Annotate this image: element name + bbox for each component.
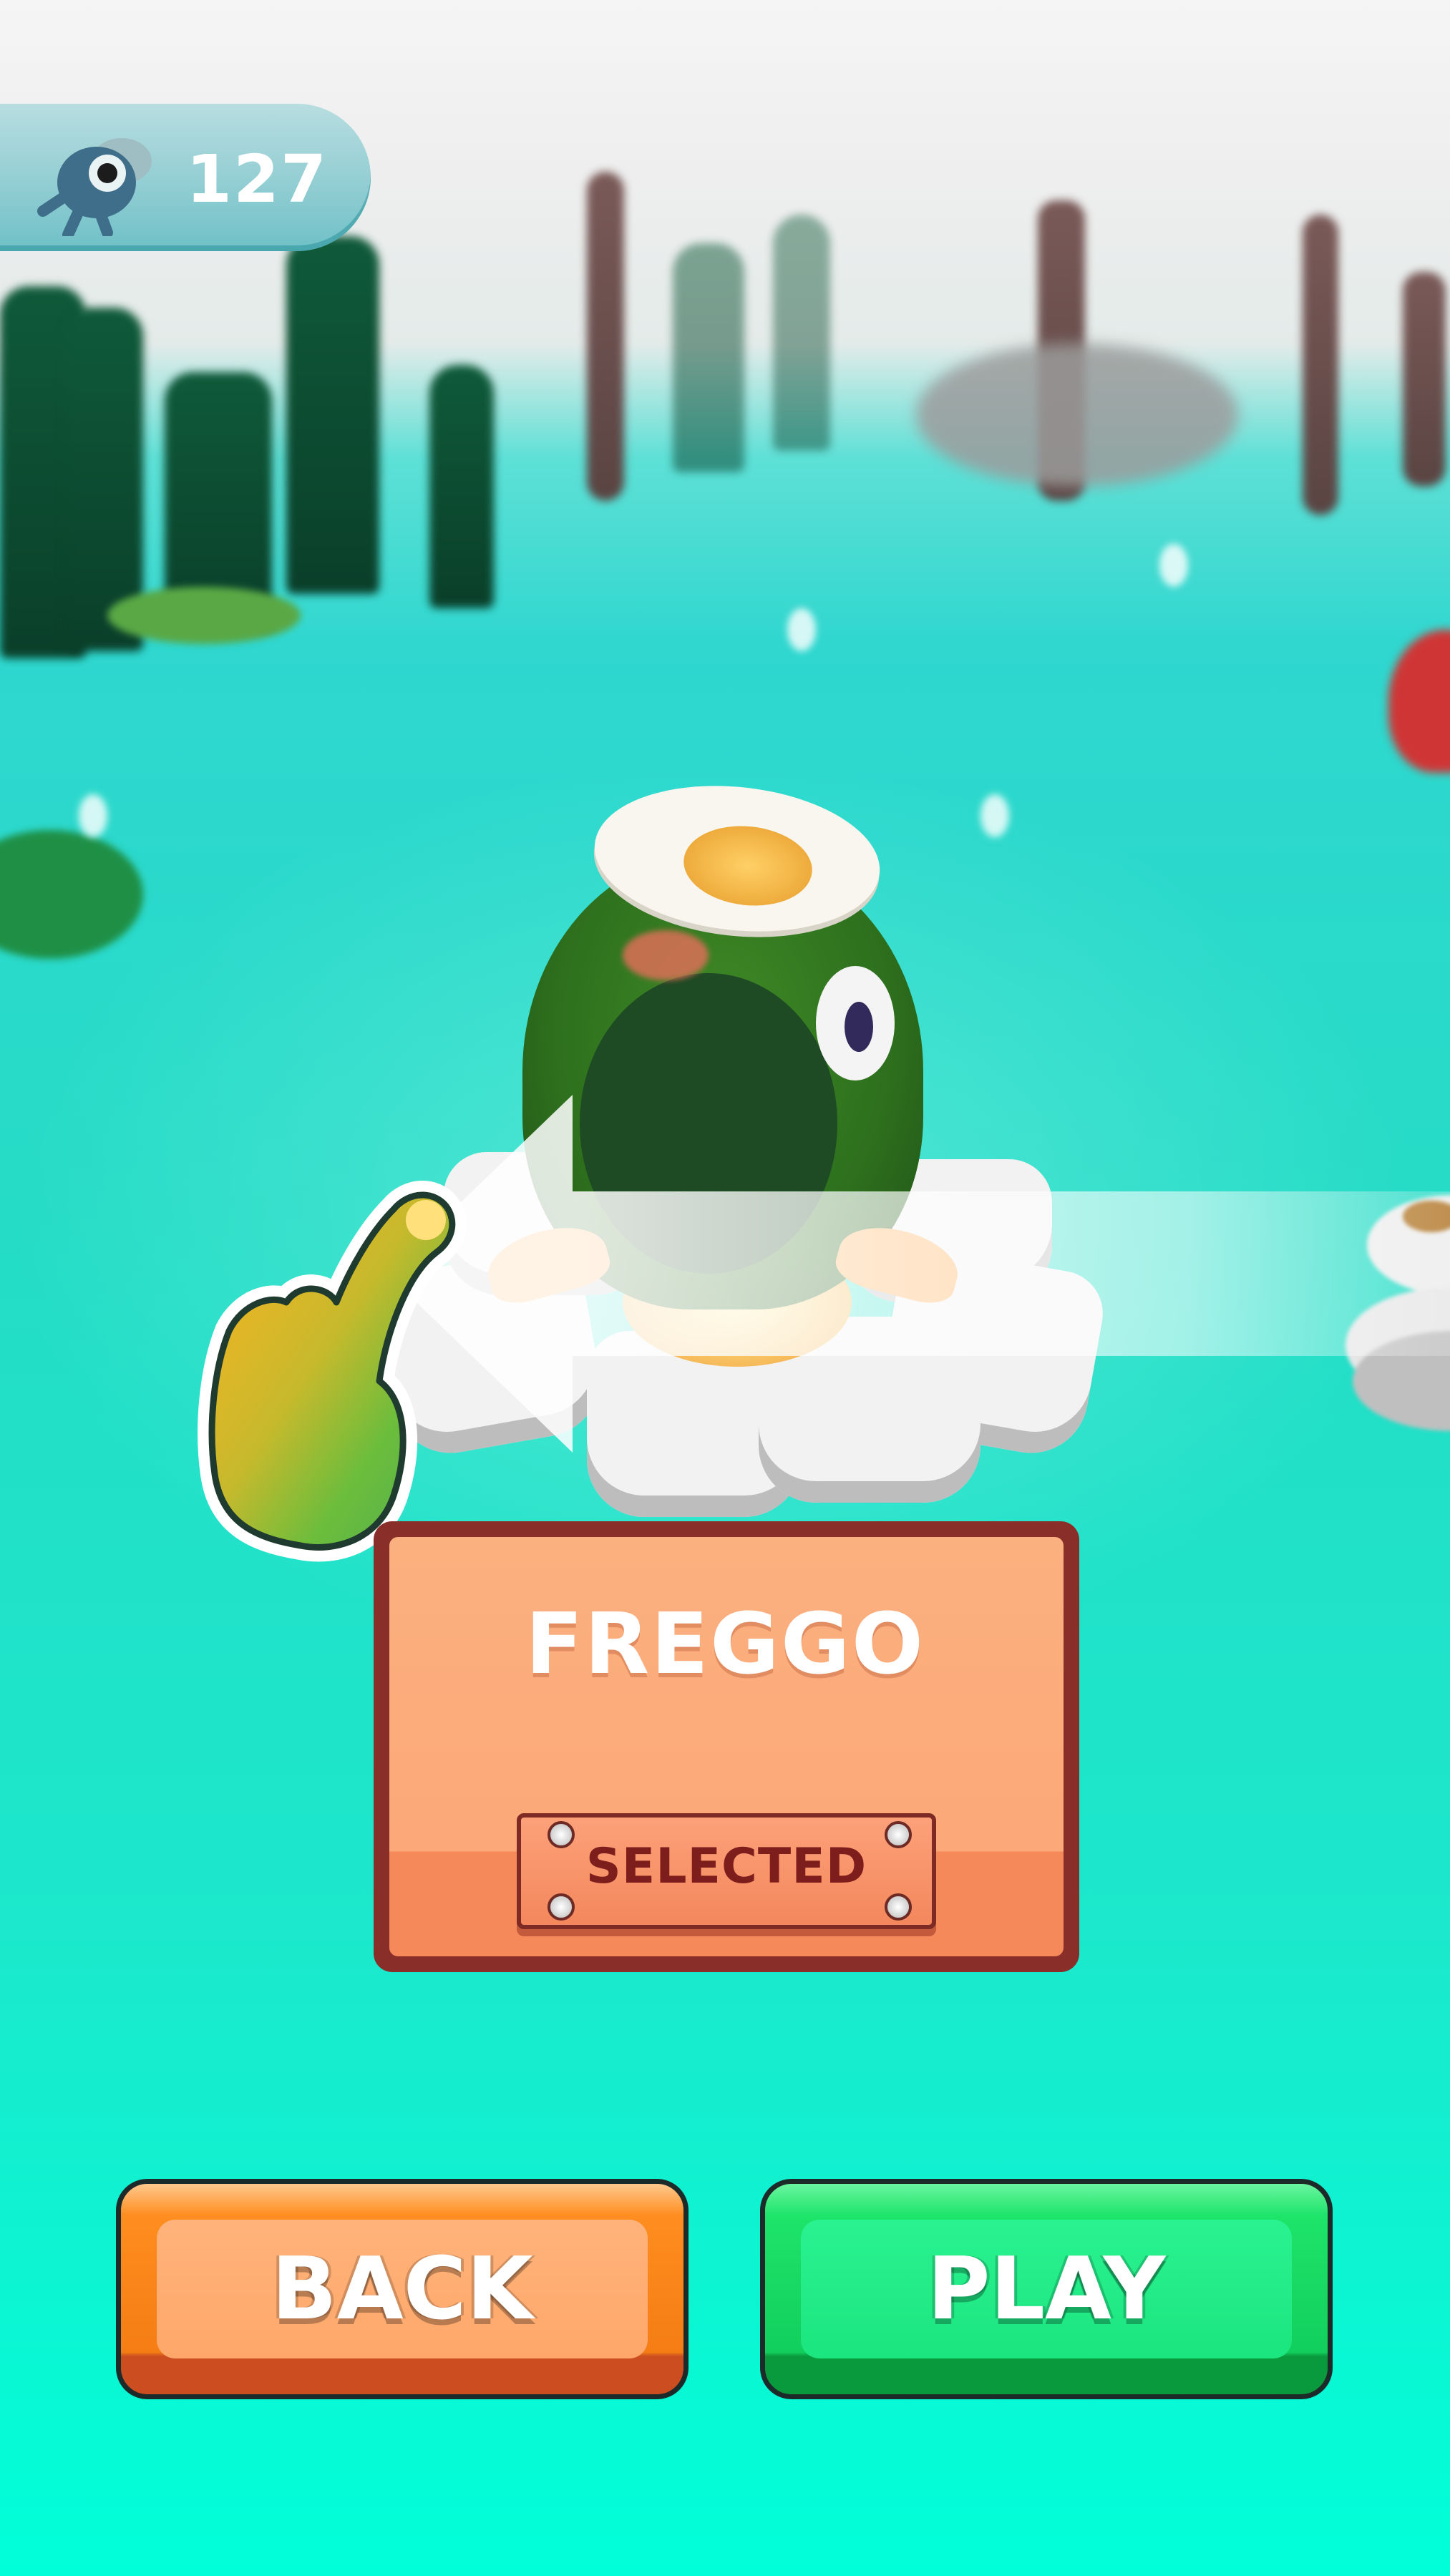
rock	[916, 343, 1238, 487]
currency-count: 127	[186, 141, 329, 218]
pointing-hand-icon	[198, 1181, 467, 1562]
reed	[429, 365, 494, 608]
frog-eye	[816, 966, 895, 1080]
selected-status-label: SELECTED	[585, 1838, 867, 1895]
sparkle	[1159, 544, 1188, 587]
cattail	[1403, 272, 1446, 487]
play-button-label: PLAY	[927, 2239, 1166, 2339]
reed	[773, 215, 830, 451]
cattail	[587, 172, 624, 501]
character-name: FREGGO	[525, 1594, 925, 1693]
lily-pad	[107, 587, 301, 644]
back-button-label: BACK	[271, 2239, 533, 2339]
reed	[286, 236, 379, 594]
sparkle	[981, 794, 1009, 837]
play-button[interactable]: PLAY	[760, 2179, 1333, 2399]
reed	[673, 243, 744, 472]
sparkle	[79, 794, 107, 837]
red-mushroom	[1388, 630, 1450, 773]
back-button[interactable]: BACK	[116, 2179, 688, 2399]
cattail	[1303, 215, 1338, 515]
lily-pad	[0, 830, 143, 959]
swipe-arrow-shaft	[573, 1191, 1450, 1356]
fly-icon	[37, 138, 152, 236]
sparkle	[787, 608, 816, 651]
